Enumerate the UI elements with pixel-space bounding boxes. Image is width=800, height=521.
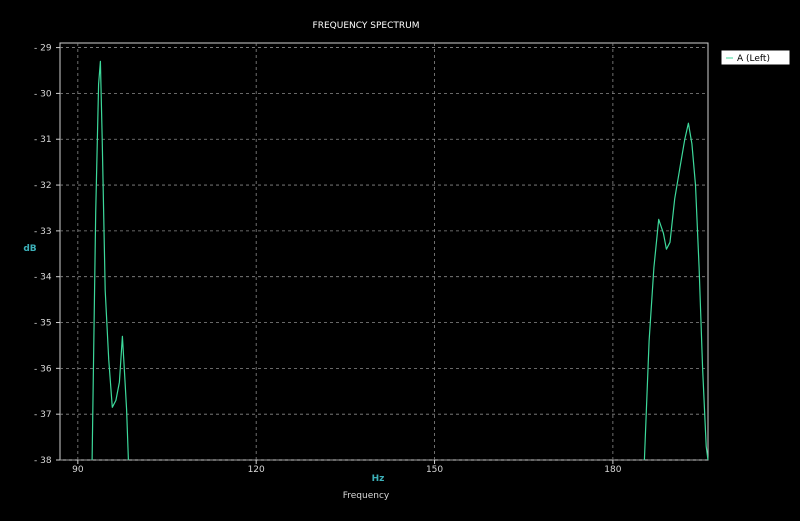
y-tick-label: - 29 <box>34 44 52 54</box>
y-tick-label: - 38 <box>34 456 52 466</box>
y-tick-label: - 37 <box>34 410 52 420</box>
chart-title: FREQUENCY SPECTRUM <box>313 21 420 31</box>
x-tick-label: 150 <box>426 465 443 475</box>
y-tick-label: - 33 <box>34 227 52 237</box>
y-tick-label: - 32 <box>34 181 52 191</box>
y-tick-label: - 36 <box>34 364 52 374</box>
y-axis-unit: dB <box>23 244 36 254</box>
x-tick-label: 120 <box>248 465 265 475</box>
y-tick-label: - 31 <box>34 135 52 145</box>
spectrum-chart: FREQUENCY SPECTRUM - 29 - 30 - 31 - 32 - 33 -… <box>23 21 791 501</box>
y-tick-label: - 34 <box>34 273 52 283</box>
plot-frame <box>59 42 709 461</box>
legend-label: A (Left) <box>737 54 770 64</box>
x-axis-unit: Hz <box>372 474 385 484</box>
y-tick-label: - 35 <box>34 319 52 329</box>
x-tick-label: 90 <box>72 465 84 475</box>
legend[interactable]: A (Left) <box>720 49 791 66</box>
y-tick-label: - 30 <box>34 89 52 99</box>
x-axis-label: Frequency <box>343 491 390 501</box>
x-tick-label: 180 <box>604 465 621 475</box>
